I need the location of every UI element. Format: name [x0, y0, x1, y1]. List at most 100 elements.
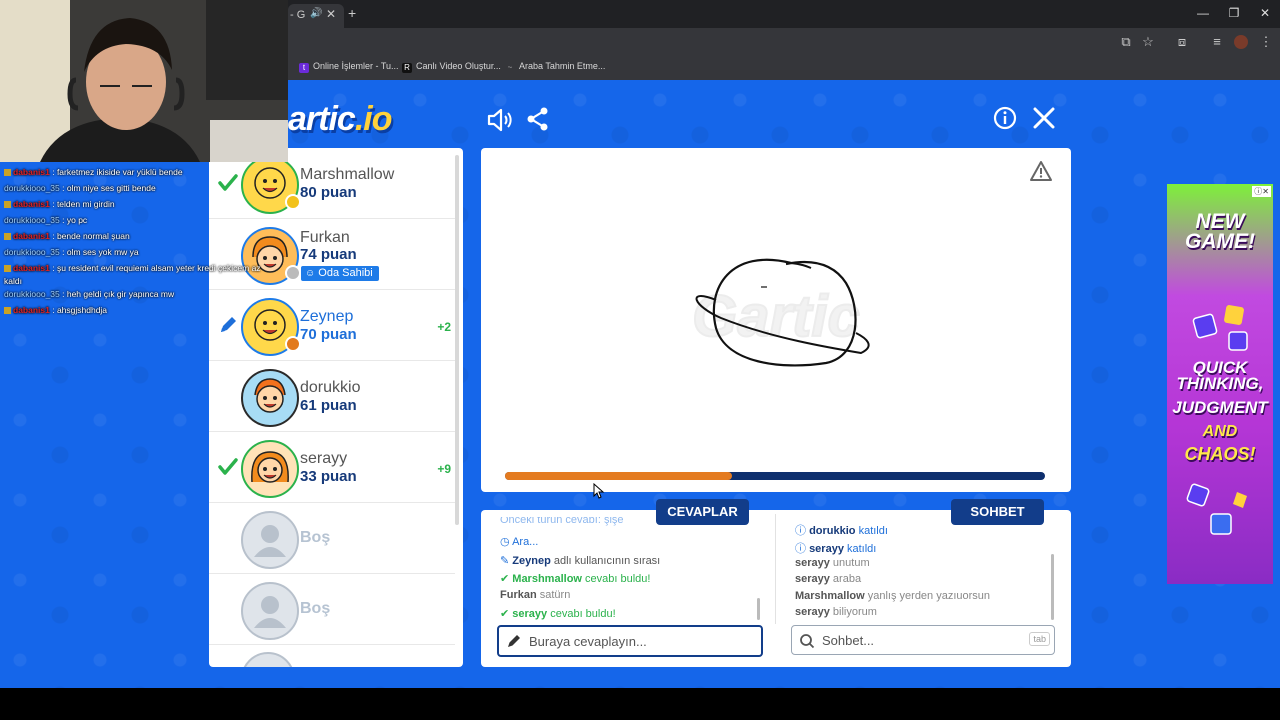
stream-chat-overlay: dabanis1 : farketmez ikiside var yüklü b… — [0, 156, 288, 336]
message-item: ⓘ dorukkio katıldı — [795, 525, 888, 537]
stream-chat-line: kaldı — [4, 276, 22, 286]
tab-title: - G — [290, 9, 306, 21]
info-icon: ⓘ — [795, 543, 806, 555]
answer-input[interactable]: Buraya cevaplayın... — [497, 625, 763, 657]
minimize-icon[interactable]: — — [1193, 6, 1213, 20]
tab-chat[interactable]: SOHBET — [951, 499, 1044, 525]
message-item: Marshmallow yanlış yerden yazıuorsun — [795, 590, 991, 602]
ad-info-icon[interactable]: ⓘ✕ — [1252, 186, 1271, 197]
profile-avatar[interactable] — [1234, 35, 1248, 49]
message-item: ✔ serayy cevabı buldu! — [500, 608, 616, 620]
stream-chat-line — [0, 148, 288, 164]
browser-tab-active[interactable]: - G 🔊 ✕ — [288, 4, 344, 28]
pencil-icon: ✎ — [500, 555, 510, 567]
player-score: 80 puan — [300, 184, 357, 201]
player-bonus: +2 — [437, 320, 451, 334]
stream-chat-line: dabanis1 : bende normal şuan — [0, 228, 288, 244]
message-item: serayy unutum — [795, 557, 870, 569]
stream-chat-line: dabanis1 : farketmez ikiside var yüklü b… — [0, 164, 288, 180]
smile-icon: ☺ — [305, 268, 316, 279]
bookmark-item[interactable]: ~ Araba Tahmin Etme... — [505, 61, 606, 73]
ad-dice-icon — [1186, 483, 1247, 535]
star-icon[interactable]: ☆ — [1139, 34, 1157, 50]
message-item: ⓘ serayy katıldı — [795, 543, 877, 555]
webcam-overlay — [0, 0, 288, 162]
player-row[interactable]: dorukkio 61 puan — [209, 361, 455, 432]
answers-scrollbar[interactable] — [757, 598, 760, 620]
sound-icon[interactable] — [484, 106, 514, 136]
player-score: 70 puan — [300, 326, 357, 343]
ad-dice-icon — [1192, 305, 1248, 351]
stream-chat-line: dorukkiooo_35 : olm ses yok mw ya — [4, 247, 139, 257]
answer-input-placeholder: Buraya cevaplayın... — [529, 634, 647, 649]
divider — [775, 514, 776, 624]
player-row[interactable]: serayy 33 puan +9 — [209, 432, 455, 503]
avatar — [241, 440, 299, 498]
bookmark-item[interactable]: t Online İşlemler - Tu... — [299, 61, 399, 73]
player-row-empty: Boş — [209, 574, 455, 645]
advertisement-banner[interactable]: NEW GAME! QUICK THINKING, JUDGMENT AND C… — [1167, 184, 1273, 584]
message-item: Önceki turun cevabı: şişe — [500, 517, 624, 526]
player-name: Boş — [300, 529, 331, 546]
player-name: Marshmallow — [300, 166, 395, 183]
report-warning-icon[interactable] — [1029, 160, 1053, 182]
tab-key-hint: tab — [1029, 632, 1050, 646]
new-tab-icon[interactable]: + — [348, 5, 356, 21]
drawing: Gartic — [691, 258, 870, 367]
chat-badge-icon — [4, 307, 11, 314]
round-timer-fill — [505, 472, 732, 480]
status-dot — [285, 336, 301, 352]
players-scrollbar[interactable] — [455, 155, 459, 525]
bookmark-favicon: t — [299, 63, 309, 73]
media-icon[interactable]: ≡ — [1208, 34, 1226, 49]
window-close-icon[interactable]: ✕ — [1255, 6, 1275, 20]
stream-chat-line: dabanis1 : ahsgjshdhdja — [0, 302, 288, 318]
stream-chat-line: dabanis1 : şu resident evil requiemi als… — [0, 260, 288, 276]
message-item: ◷ Ara... — [500, 536, 539, 548]
player-score: 61 puan — [300, 397, 357, 414]
bookmark-favicon: R — [402, 63, 412, 73]
restore-icon[interactable]: ❐ — [1224, 6, 1244, 20]
bookmark-item[interactable]: R Canlı Video Oluştur... — [402, 61, 501, 73]
gartic-logo[interactable]: artic.io — [288, 100, 392, 139]
chat-input-placeholder: Sohbet... — [822, 633, 875, 648]
owner-badge: ☺ Oda Sahibi — [300, 265, 380, 282]
message-item: serayy araba — [795, 573, 862, 585]
empty-avatar-icon — [241, 511, 299, 569]
speaker-icon: 🔊 — [310, 8, 323, 19]
check-icon: ✔ — [500, 608, 510, 620]
chat-badge-icon — [4, 265, 11, 272]
ad-tagline: QUICK THINKING, — [1176, 358, 1264, 394]
bottom-bar — [0, 688, 1280, 720]
player-name: Boş — [300, 600, 331, 617]
ad-tagline: AND — [1202, 423, 1238, 440]
chat-input[interactable]: Sohbet... tab — [791, 625, 1055, 655]
chat-badge-icon — [4, 169, 11, 176]
close-icon[interactable] — [1029, 106, 1059, 136]
ad-headline: NEW GAME! — [1185, 210, 1255, 253]
player-name: Furkan — [300, 229, 350, 246]
drawing-canvas[interactable]: Gartic — [481, 148, 1071, 492]
player-score: 33 puan — [300, 468, 357, 485]
empty-avatar-icon — [241, 582, 299, 640]
pencil-icon — [508, 635, 520, 647]
player-name: serayy — [300, 450, 348, 467]
tab-answers[interactable]: CEVAPLAR — [656, 499, 749, 525]
info-icon: ⓘ — [795, 525, 806, 537]
share-icon[interactable] — [523, 106, 553, 136]
install-icon[interactable]: ⧉ — [1117, 34, 1135, 50]
menu-icon[interactable]: ⋮ — [1257, 34, 1275, 50]
player-bonus: +9 — [437, 462, 451, 476]
message-item: ✔ Marshmallow cevabı buldu! — [500, 573, 651, 585]
stream-chat-line: dorukkiooo_35 : yo pc — [4, 215, 88, 225]
info-icon[interactable] — [990, 106, 1020, 136]
check-icon: ✔ — [500, 573, 510, 585]
close-tab-icon[interactable]: ✕ — [326, 7, 336, 21]
mouse-cursor-icon — [593, 483, 605, 499]
stream-chat-line: dorukkiooo_35 : olm niye ses gitti bende — [4, 183, 156, 193]
ad-tagline: CHAOS! — [1184, 444, 1256, 464]
avatar — [241, 369, 299, 427]
extensions-icon[interactable]: ⧈ — [1173, 34, 1191, 50]
chat-badge-icon — [4, 233, 11, 240]
chat-scrollbar[interactable] — [1051, 554, 1054, 620]
